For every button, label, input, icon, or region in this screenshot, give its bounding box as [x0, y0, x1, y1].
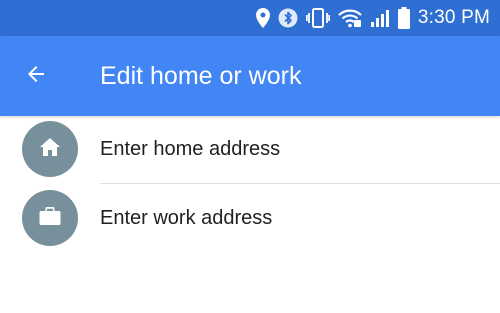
- home-icon: [39, 137, 61, 162]
- home-address-label: Enter home address: [100, 138, 281, 160]
- page-title: Edit home or work: [100, 62, 302, 90]
- back-button[interactable]: [20, 60, 52, 92]
- list-item-home[interactable]: Enter home address: [0, 116, 500, 184]
- list-item-work[interactable]: Enter work address: [0, 184, 500, 252]
- vibrate-icon: [305, 8, 330, 28]
- edit-home-work-screen: 3:30 PM Edit home or work Enter home add: [0, 0, 500, 313]
- bluetooth-icon: [278, 8, 298, 28]
- signal-icon: [370, 8, 390, 28]
- arrow-back-icon: [24, 62, 48, 91]
- battery-icon: [397, 7, 410, 29]
- status-bar: 3:30 PM: [0, 0, 500, 36]
- app-bar: Edit home or work: [0, 36, 500, 116]
- status-icons: 3:30 PM: [255, 5, 490, 31]
- home-avatar: [22, 121, 78, 177]
- location-icon: [255, 8, 270, 28]
- status-time: 3:30 PM: [417, 7, 490, 28]
- work-avatar: [22, 190, 78, 246]
- wifi-icon: [338, 8, 362, 28]
- work-address-label: Enter work address: [100, 207, 273, 229]
- briefcase-icon: [39, 206, 61, 231]
